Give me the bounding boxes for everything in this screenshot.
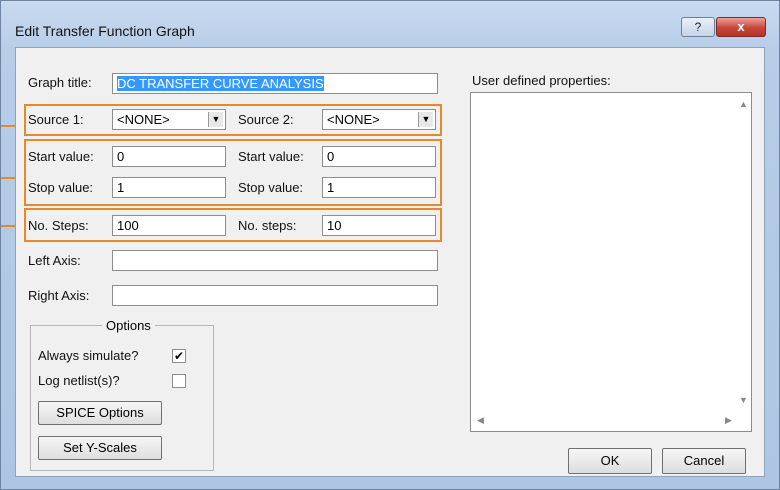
user-props-textarea[interactable]: ▲ ▼ ◀ ▶ — [470, 92, 752, 432]
right-axis-field[interactable] — [112, 285, 438, 306]
steps2-field[interactable]: 10 — [322, 215, 436, 236]
log-netlist-checkbox[interactable] — [172, 374, 186, 388]
start2-field[interactable]: 0 — [322, 146, 436, 167]
user-props-label: User defined properties: — [472, 73, 611, 88]
source1-value: <NONE> — [117, 112, 170, 127]
stop2-label: Stop value: — [238, 180, 304, 195]
left-axis-label: Left Axis: — [28, 253, 81, 268]
steps1-field[interactable]: 100 — [112, 215, 226, 236]
source1-label: Source 1: — [28, 112, 84, 127]
chevron-down-icon: ▼ — [208, 112, 223, 127]
ok-button[interactable]: OK — [568, 448, 652, 474]
graph-title-field[interactable]: DC TRANSFER CURVE ANALYSIS — [112, 73, 438, 94]
steps1-label: No. Steps: — [28, 218, 89, 233]
cancel-button[interactable]: Cancel — [662, 448, 746, 474]
stop1-label: Stop value: — [28, 180, 94, 195]
always-simulate-label: Always simulate? — [38, 348, 139, 363]
left-axis-field[interactable] — [112, 250, 438, 271]
source2-label: Source 2: — [238, 112, 294, 127]
right-axis-label: Right Axis: — [28, 288, 90, 303]
help-button[interactable]: ? — [681, 17, 715, 37]
title-bar[interactable]: Edit Transfer Function Graph ? x — [1, 1, 779, 45]
start1-field[interactable]: 0 — [112, 146, 226, 167]
dialog-client-area: Graph title: DC TRANSFER CURVE ANALYSIS … — [15, 47, 765, 477]
log-netlist-label: Log netlist(s)? — [38, 373, 120, 388]
stop2-field[interactable]: 1 — [322, 177, 436, 198]
scroll-up-icon[interactable]: ▲ — [739, 99, 748, 109]
scroll-down-icon[interactable]: ▼ — [739, 395, 748, 405]
dialog-window: Edit Transfer Function Graph ? x Graph t… — [0, 0, 780, 490]
scroll-right-icon[interactable]: ▶ — [725, 415, 732, 426]
spice-options-button[interactable]: SPICE Options — [38, 401, 162, 425]
options-title: Options — [102, 318, 155, 333]
start2-label: Start value: — [238, 149, 304, 164]
window-title: Edit Transfer Function Graph — [15, 23, 195, 39]
scroll-left-icon[interactable]: ◀ — [477, 415, 484, 426]
source2-value: <NONE> — [327, 112, 380, 127]
start1-label: Start value: — [28, 149, 94, 164]
source1-dropdown[interactable]: <NONE> ▼ — [112, 109, 226, 130]
source2-dropdown[interactable]: <NONE> ▼ — [322, 109, 436, 130]
always-simulate-checkbox[interactable]: ✔ — [172, 349, 186, 363]
chevron-down-icon: ▼ — [418, 112, 433, 127]
stop1-field[interactable]: 1 — [112, 177, 226, 198]
set-y-scales-button[interactable]: Set Y-Scales — [38, 436, 162, 460]
graph-title-label: Graph title: — [28, 75, 92, 90]
graph-title-value: DC TRANSFER CURVE ANALYSIS — [117, 76, 324, 91]
close-button[interactable]: x — [716, 17, 766, 37]
steps2-label: No. steps: — [238, 218, 297, 233]
